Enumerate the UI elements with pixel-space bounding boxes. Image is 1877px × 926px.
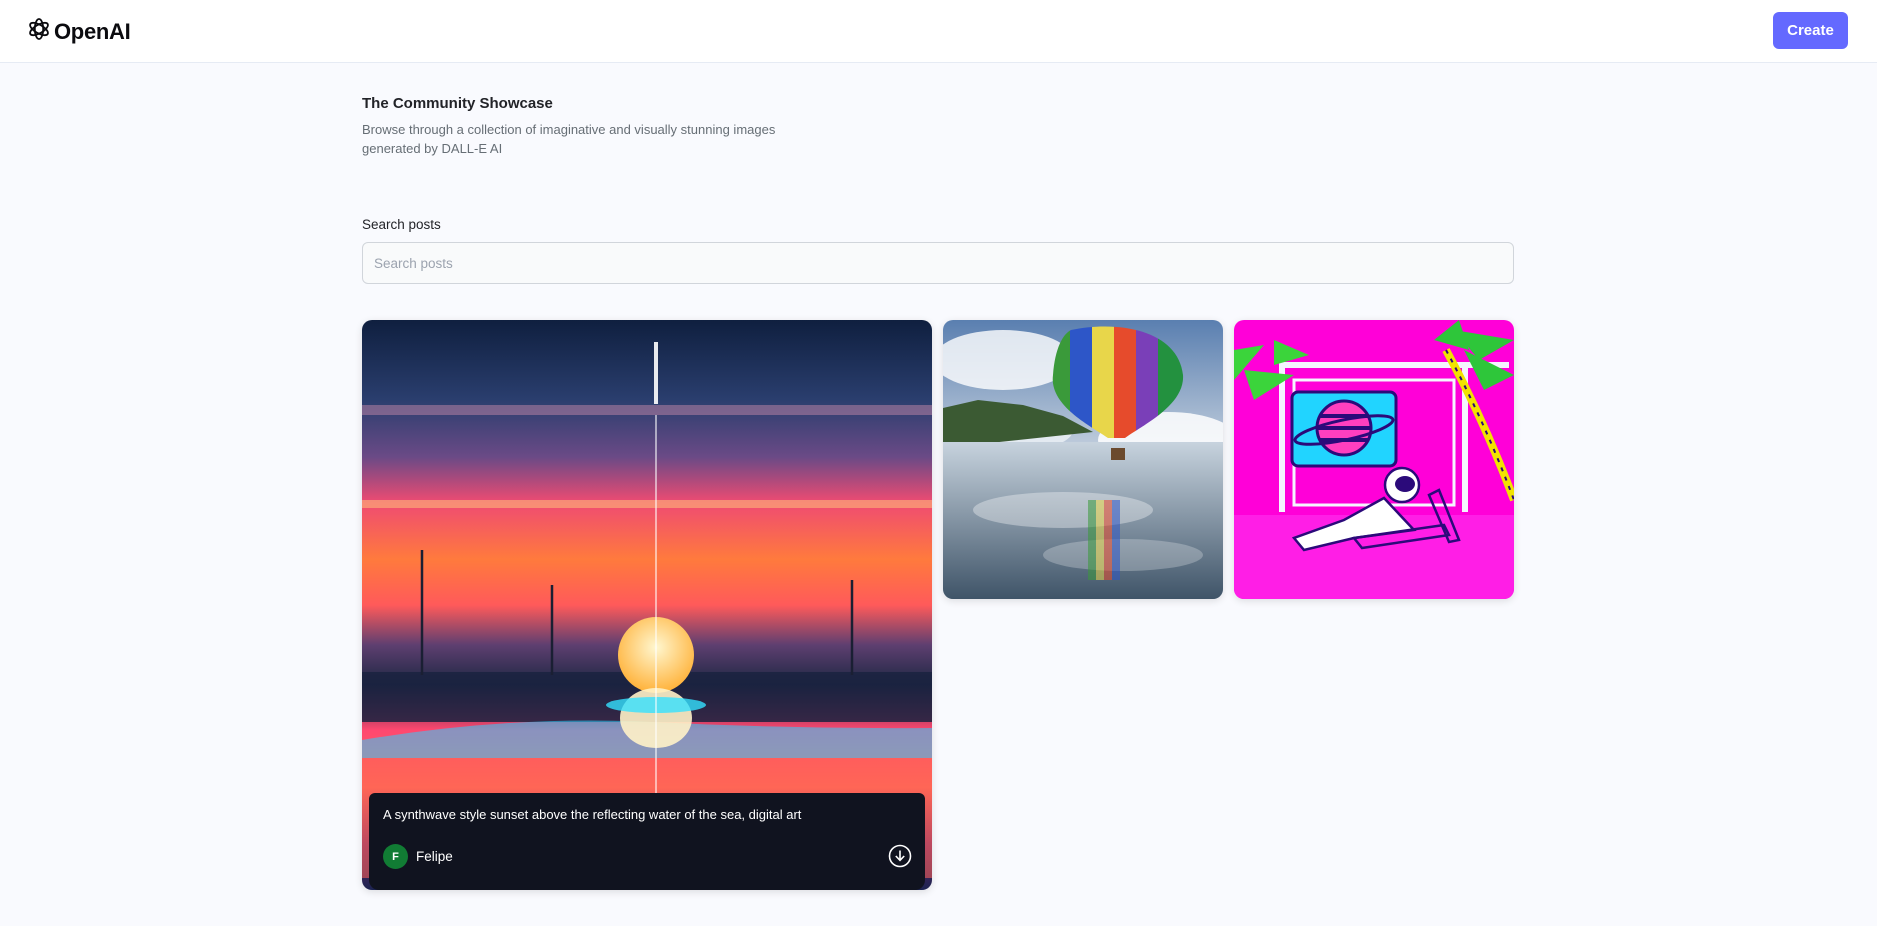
download-button[interactable] xyxy=(888,844,912,868)
post-image-astronaut xyxy=(1234,320,1514,599)
page-subtitle: Browse through a collection of imaginati… xyxy=(362,122,776,156)
post-card-balloon[interactable] xyxy=(943,320,1223,599)
post-author: F Felipe xyxy=(383,844,453,869)
page-title: The Community Showcase xyxy=(362,95,553,112)
top-header: OpenAI Create xyxy=(0,0,1877,63)
openai-logo-icon xyxy=(26,16,52,47)
logo-text: OpenAI xyxy=(54,18,131,44)
search-label: Search posts xyxy=(362,217,441,232)
post-prompt: A synthwave style sunset above the refle… xyxy=(383,807,802,822)
openai-logo[interactable]: OpenAI xyxy=(26,16,131,47)
post-card-sunset[interactable]: A synthwave style sunset above the refle… xyxy=(362,320,932,890)
avatar: F xyxy=(383,844,408,869)
download-icon xyxy=(888,844,912,868)
post-caption: A synthwave style sunset above the refle… xyxy=(369,793,925,890)
post-image-balloon xyxy=(943,320,1223,599)
search-input[interactable] xyxy=(362,242,1514,284)
author-name: Felipe xyxy=(416,849,453,864)
post-card-astronaut[interactable] xyxy=(1234,320,1514,599)
create-button[interactable]: Create xyxy=(1773,12,1848,49)
